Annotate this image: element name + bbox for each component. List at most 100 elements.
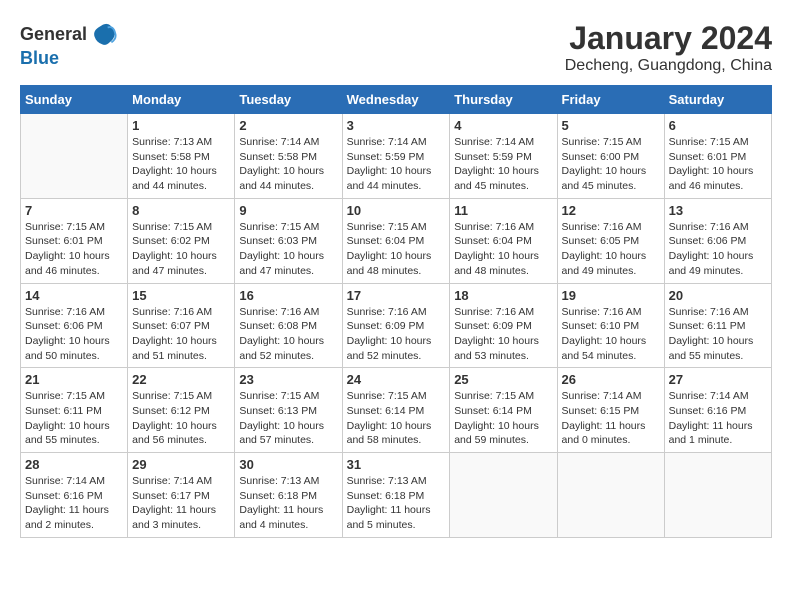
day-number: 17: [347, 288, 446, 303]
calendar-day-cell: 14 Sunrise: 7:16 AM Sunset: 6:06 PM Dayli…: [21, 283, 128, 368]
day-info: Sunrise: 7:16 AM Sunset: 6:08 PM Dayligh…: [239, 305, 337, 364]
calendar-day-cell: 1 Sunrise: 7:13 AM Sunset: 5:58 PM Daylig…: [128, 114, 235, 199]
day-number: 29: [132, 457, 230, 472]
calendar-day-cell: 31Sunrise: 7:13 AM Sunset: 6:18 PM Dayli…: [342, 453, 450, 538]
calendar-day-header: Saturday: [664, 86, 771, 114]
calendar-day-cell: 9Sunrise: 7:15 AM Sunset: 6:03 PM Daylig…: [235, 198, 342, 283]
day-info: Sunrise: 7:13 AM Sunset: 5:58 PM Dayligh…: [132, 135, 230, 194]
day-number: 5: [562, 118, 660, 133]
calendar-day-cell: 21 Sunrise: 7:15 AM Sunset: 6:11 PM Dayli…: [21, 368, 128, 453]
calendar-day-cell: 16 Sunrise: 7:16 AM Sunset: 6:08 PM Dayli…: [235, 283, 342, 368]
calendar-day-cell: 23Sunrise: 7:15 AM Sunset: 6:13 PM Dayli…: [235, 368, 342, 453]
day-number: 31: [347, 457, 446, 472]
logo-icon: [89, 20, 117, 48]
day-info: Sunrise: 7:16 AM Sunset: 6:06 PM Dayligh…: [25, 305, 123, 364]
calendar-day-cell: [450, 453, 557, 538]
day-number: 16: [239, 288, 337, 303]
calendar-day-cell: 18 Sunrise: 7:16 AM Sunset: 6:09 PM Dayli…: [450, 283, 557, 368]
day-info: Sunrise: 7:16 AM Sunset: 6:09 PM Dayligh…: [347, 305, 446, 364]
day-number: 10: [347, 203, 446, 218]
calendar-day-cell: [664, 453, 771, 538]
calendar-day-cell: 29Sunrise: 7:14 AM Sunset: 6:17 PM Dayli…: [128, 453, 235, 538]
day-number: 15: [132, 288, 230, 303]
day-number: 20: [669, 288, 767, 303]
day-number: 2: [239, 118, 337, 133]
day-number: 19: [562, 288, 660, 303]
calendar-day-cell: 10 Sunrise: 7:15 AM Sunset: 6:04 PM Dayli…: [342, 198, 450, 283]
day-number: 1: [132, 118, 230, 133]
day-number: 21: [25, 372, 123, 387]
calendar-day-header: Monday: [128, 86, 235, 114]
logo: General Blue: [20, 20, 117, 69]
day-number: 27: [669, 372, 767, 387]
day-number: 8: [132, 203, 230, 218]
day-info: Sunrise: 7:15 AM Sunset: 6:11 PM Dayligh…: [25, 389, 123, 448]
day-info: Sunrise: 7:16 AM Sunset: 6:04 PM Dayligh…: [454, 220, 552, 279]
calendar-day-cell: 12 Sunrise: 7:16 AM Sunset: 6:05 PM Dayli…: [557, 198, 664, 283]
day-number: 3: [347, 118, 446, 133]
calendar-day-cell: 19 Sunrise: 7:16 AM Sunset: 6:10 PM Dayli…: [557, 283, 664, 368]
calendar-day-cell: 7Sunrise: 7:15 AM Sunset: 6:01 PM Daylig…: [21, 198, 128, 283]
calendar-day-cell: 22 Sunrise: 7:15 AM Sunset: 6:12 PM Dayli…: [128, 368, 235, 453]
day-number: 24: [347, 372, 446, 387]
calendar-day-header: Tuesday: [235, 86, 342, 114]
calendar-day-cell: 28 Sunrise: 7:14 AM Sunset: 6:16 PM Dayli…: [21, 453, 128, 538]
day-info: Sunrise: 7:15 AM Sunset: 6:14 PM Dayligh…: [454, 389, 552, 448]
calendar-day-cell: 17 Sunrise: 7:16 AM Sunset: 6:09 PM Dayli…: [342, 283, 450, 368]
day-number: 12: [562, 203, 660, 218]
calendar-day-header: Wednesday: [342, 86, 450, 114]
day-info: Sunrise: 7:16 AM Sunset: 6:06 PM Dayligh…: [669, 220, 767, 279]
calendar-table: SundayMondayTuesdayWednesdayThursdayFrid…: [20, 85, 772, 538]
calendar-day-cell: 27 Sunrise: 7:14 AM Sunset: 6:16 PM Dayli…: [664, 368, 771, 453]
calendar-week-row: 14 Sunrise: 7:16 AM Sunset: 6:06 PM Dayli…: [21, 283, 772, 368]
calendar-day-cell: 3 Sunrise: 7:14 AM Sunset: 5:59 PM Daylig…: [342, 114, 450, 199]
calendar-day-cell: 24Sunrise: 7:15 AM Sunset: 6:14 PM Dayli…: [342, 368, 450, 453]
day-number: 18: [454, 288, 552, 303]
calendar-day-cell: [21, 114, 128, 199]
day-info: Sunrise: 7:16 AM Sunset: 6:05 PM Dayligh…: [562, 220, 660, 279]
day-info: Sunrise: 7:15 AM Sunset: 6:12 PM Dayligh…: [132, 389, 230, 448]
day-info: Sunrise: 7:14 AM Sunset: 5:59 PM Dayligh…: [454, 135, 552, 194]
day-info: Sunrise: 7:16 AM Sunset: 6:10 PM Dayligh…: [562, 305, 660, 364]
calendar-week-row: 28 Sunrise: 7:14 AM Sunset: 6:16 PM Dayli…: [21, 453, 772, 538]
day-number: 22: [132, 372, 230, 387]
day-number: 6: [669, 118, 767, 133]
day-info: Sunrise: 7:15 AM Sunset: 6:13 PM Dayligh…: [239, 389, 337, 448]
logo-blue: Blue: [20, 48, 59, 68]
day-info: Sunrise: 7:14 AM Sunset: 6:15 PM Dayligh…: [562, 389, 660, 448]
day-info: Sunrise: 7:15 AM Sunset: 6:01 PM Dayligh…: [25, 220, 123, 279]
calendar-header-row: SundayMondayTuesdayWednesdayThursdayFrid…: [21, 86, 772, 114]
day-number: 14: [25, 288, 123, 303]
day-number: 9: [239, 203, 337, 218]
calendar-day-cell: 6 Sunrise: 7:15 AM Sunset: 6:01 PM Daylig…: [664, 114, 771, 199]
day-info: Sunrise: 7:14 AM Sunset: 5:59 PM Dayligh…: [347, 135, 446, 194]
calendar-day-cell: 15Sunrise: 7:16 AM Sunset: 6:07 PM Dayli…: [128, 283, 235, 368]
day-number: 26: [562, 372, 660, 387]
day-info: Sunrise: 7:16 AM Sunset: 6:09 PM Dayligh…: [454, 305, 552, 364]
title-section: January 2024 Decheng, Guangdong, China: [565, 20, 772, 75]
month-title: January 2024: [565, 20, 772, 57]
day-info: Sunrise: 7:14 AM Sunset: 6:16 PM Dayligh…: [669, 389, 767, 448]
calendar-day-cell: 20 Sunrise: 7:16 AM Sunset: 6:11 PM Dayli…: [664, 283, 771, 368]
day-info: Sunrise: 7:13 AM Sunset: 6:18 PM Dayligh…: [239, 474, 337, 533]
calendar-day-cell: 30 Sunrise: 7:13 AM Sunset: 6:18 PM Dayli…: [235, 453, 342, 538]
calendar-day-cell: 25Sunrise: 7:15 AM Sunset: 6:14 PM Dayli…: [450, 368, 557, 453]
day-info: Sunrise: 7:15 AM Sunset: 6:04 PM Dayligh…: [347, 220, 446, 279]
calendar-day-cell: 8Sunrise: 7:15 AM Sunset: 6:02 PM Daylig…: [128, 198, 235, 283]
calendar-day-cell: 26 Sunrise: 7:14 AM Sunset: 6:15 PM Dayli…: [557, 368, 664, 453]
calendar-day-header: Thursday: [450, 86, 557, 114]
day-info: Sunrise: 7:15 AM Sunset: 6:01 PM Dayligh…: [669, 135, 767, 194]
page-header: General Blue January 2024 Decheng, Guang…: [20, 20, 772, 75]
calendar-day-cell: 2Sunrise: 7:14 AM Sunset: 5:58 PM Daylig…: [235, 114, 342, 199]
calendar-day-cell: 5Sunrise: 7:15 AM Sunset: 6:00 PM Daylig…: [557, 114, 664, 199]
location-title: Decheng, Guangdong, China: [565, 57, 772, 75]
day-info: Sunrise: 7:14 AM Sunset: 6:16 PM Dayligh…: [25, 474, 123, 533]
calendar-day-cell: 4 Sunrise: 7:14 AM Sunset: 5:59 PM Daylig…: [450, 114, 557, 199]
day-number: 28: [25, 457, 123, 472]
day-number: 30: [239, 457, 337, 472]
calendar-day-header: Sunday: [21, 86, 128, 114]
calendar-day-cell: [557, 453, 664, 538]
calendar-day-cell: 11Sunrise: 7:16 AM Sunset: 6:04 PM Dayli…: [450, 198, 557, 283]
day-info: Sunrise: 7:16 AM Sunset: 6:11 PM Dayligh…: [669, 305, 767, 364]
day-number: 4: [454, 118, 552, 133]
